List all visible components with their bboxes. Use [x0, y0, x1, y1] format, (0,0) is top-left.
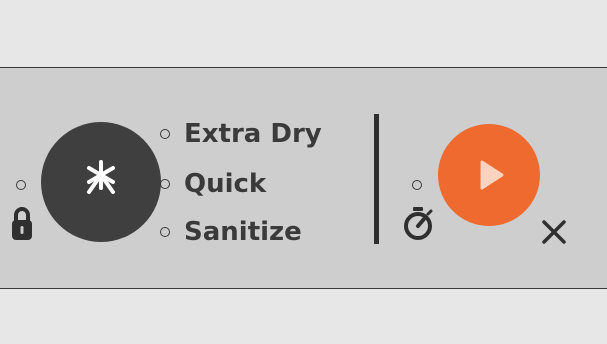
start-button[interactable] [438, 124, 540, 226]
lock-icon[interactable] [10, 205, 34, 241]
close-icon[interactable] [540, 218, 568, 246]
asterisk-icon [87, 160, 115, 194]
lock-indicator-light [16, 180, 26, 190]
timer-icon[interactable] [401, 206, 435, 242]
options-button[interactable] [41, 122, 161, 242]
timer-indicator-light [412, 180, 422, 190]
panel-divider [374, 114, 379, 244]
option-label-quick[interactable]: Quick [184, 169, 266, 199]
option-label-sanitize[interactable]: Sanitize [184, 217, 302, 247]
extra-dry-indicator-light [160, 129, 170, 139]
play-icon [480, 160, 504, 190]
sanitize-indicator-light [160, 227, 170, 237]
quick-indicator-light [160, 179, 170, 189]
option-label-extra-dry[interactable]: Extra Dry [184, 119, 322, 149]
